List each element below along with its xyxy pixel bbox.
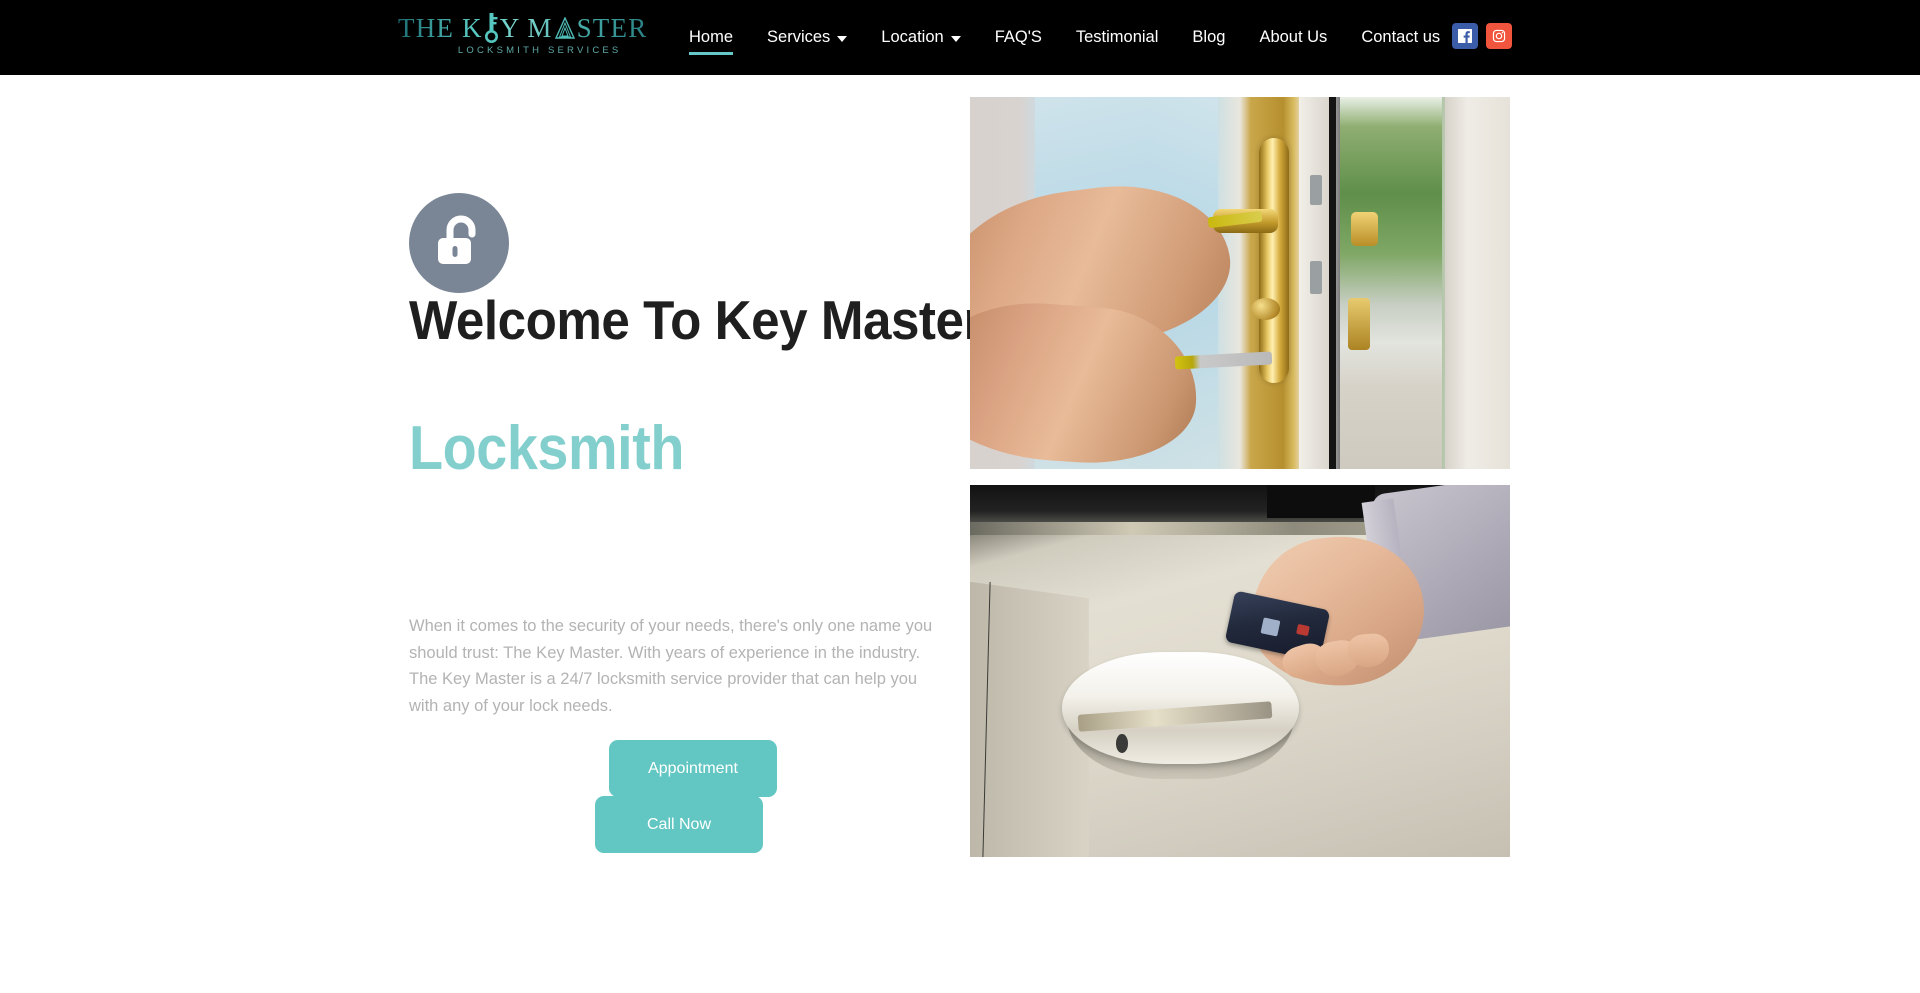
car-key-fob-image [970,485,1510,857]
open-padlock-icon [409,193,509,293]
social-links [1452,23,1512,49]
nav-label-faqs: FAQ'S [994,28,1042,46]
page-title: Welcome To Key Master [409,289,983,351]
hero-description: When it comes to the security of your ne… [409,617,933,716]
logo-tagline: LOCKSMITH SERVICES [457,45,622,56]
nav-item-blog[interactable]: Blog [1175,0,1242,75]
logo-pyramid-icon [554,16,575,39]
nav-item-testimonial[interactable]: Testimonial [1059,0,1176,75]
logo-text-part2: Y M [499,12,553,43]
appointment-button[interactable]: Appointment [609,740,777,797]
site-header: THE K Y M STER LOCKSMITH SERVICES Home Ser… [0,0,1920,75]
logo-text-part3: STER [576,12,648,43]
hero-image-column [970,97,1510,857]
instagram-icon[interactable] [1486,23,1512,49]
hero-subtitle: Locksmith [409,414,685,483]
hero-section: Welcome To Key Master Locksmith When it … [0,75,1920,993]
main-navigation: Home Services Location FAQ'S Testimonial… [672,0,1457,75]
locksmith-installing-door-lock-image [970,97,1510,469]
logo-wordmark: THE K Y M STER [398,13,647,43]
call-now-button[interactable]: Call Now [595,796,763,853]
nav-label-testimonial: Testimonial [1075,28,1159,46]
nav-label-services: Services [767,28,831,46]
logo-key-icon [484,13,498,43]
nav-label-contact-us: Contact us [1361,28,1441,46]
logo-text-part1: THE K [398,12,483,43]
nav-item-contact-us[interactable]: Contact us [1344,0,1457,75]
nav-item-home[interactable]: Home [672,0,750,75]
nav-label-home: Home [689,28,734,46]
nav-label-about-us: About Us [1259,28,1328,46]
nav-item-about-us[interactable]: About Us [1242,0,1344,75]
nav-item-location[interactable]: Location [864,0,977,75]
chevron-down-icon [950,35,961,42]
chevron-down-icon [837,35,848,42]
nav-item-services[interactable]: Services [750,0,864,75]
hero-cta-group: Appointment Call Now [595,740,795,875]
site-logo[interactable]: THE K Y M STER LOCKSMITH SERVICES [398,13,647,56]
nav-label-location: Location [881,28,944,46]
nav-label-blog: Blog [1192,28,1226,46]
nav-item-faqs[interactable]: FAQ'S [978,0,1059,75]
facebook-icon[interactable] [1452,23,1478,49]
